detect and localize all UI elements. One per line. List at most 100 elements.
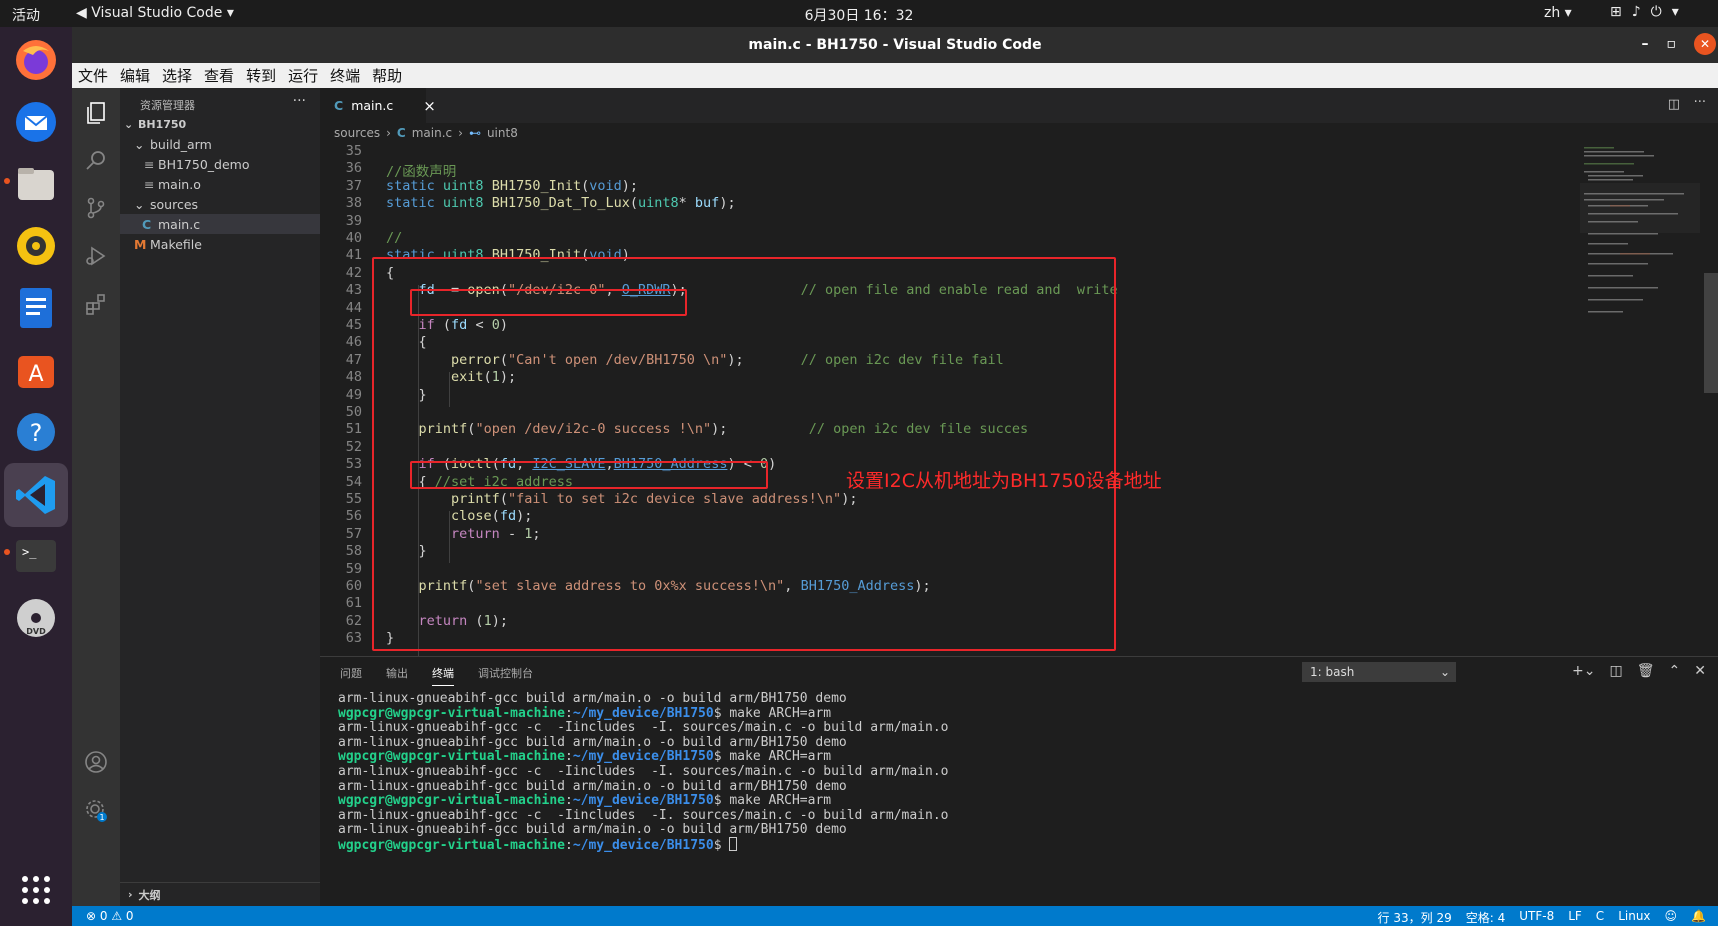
split-editor-icon[interactable]: ◫	[1668, 97, 1680, 112]
writer-launcher[interactable]	[11, 283, 61, 333]
encoding-status[interactable]: UTF-8	[1519, 909, 1554, 926]
file-lines-icon: ≡	[144, 156, 155, 172]
outline-section[interactable]: › 大纲	[120, 882, 320, 906]
search-icon[interactable]	[82, 146, 110, 174]
svg-text:?: ?	[30, 419, 43, 447]
run-debug-icon[interactable]	[82, 242, 110, 270]
explorer-sidebar: 资源管理器 ··· ⌄ BH1750 ⌄ build_arm ≡ BH1750_…	[120, 88, 320, 906]
explorer-more-button[interactable]: ···	[293, 93, 306, 109]
menu-file[interactable]: 文件	[78, 65, 108, 86]
app-menu-label: Visual Studio Code	[91, 5, 223, 21]
maximize-panel-icon[interactable]: ⌃	[1669, 663, 1681, 679]
tree-item-build-arm[interactable]: ⌄ build_arm	[120, 134, 320, 154]
project-folder[interactable]: ⌄ BH1750	[120, 114, 320, 134]
close-window-button[interactable]: ✕	[1694, 33, 1716, 55]
minimize-button[interactable]: –	[1642, 36, 1649, 52]
tab-close-icon[interactable]: ×	[423, 97, 436, 115]
svg-text:DVD: DVD	[26, 627, 46, 636]
tab-output[interactable]: 输出	[386, 665, 408, 686]
firefox-launcher[interactable]	[11, 35, 61, 85]
menu-selection[interactable]: 选择	[162, 65, 192, 86]
tab-debug-console[interactable]: 调试控制台	[478, 665, 533, 686]
rhythmbox-icon	[17, 227, 55, 265]
app-menu[interactable]: ◀ Visual Studio Code ▾	[76, 5, 234, 21]
thunderbird-launcher[interactable]	[11, 97, 61, 147]
explorer-icon[interactable]	[82, 98, 110, 126]
terminal-line: arm-linux-gnueabihf-gcc -c -Iincludes -I…	[338, 807, 949, 823]
breadcrumb: sources › C main.c › ⊷ uint8	[320, 123, 1718, 143]
cursor-position[interactable]: 行 33，列 29	[1378, 909, 1452, 926]
menu-view[interactable]: 查看	[204, 65, 234, 86]
clock[interactable]: 6月30日 16：32	[805, 8, 914, 24]
running-indicator	[4, 178, 10, 184]
volume-icon: ♪	[1631, 4, 1641, 20]
vscode-small-icon: ◀	[76, 5, 87, 21]
bottom-panel: 问题 输出 终端 调试控制台 1: bash ⌄ +⌄ ◫ 🗑 ⌃ ✕ arm-…	[320, 656, 1718, 906]
extensions-icon[interactable]	[82, 290, 110, 318]
project-name: BH1750	[138, 117, 187, 131]
ubuntu-dock: A ? >_ DVD	[0, 27, 72, 926]
software-launcher[interactable]: A	[11, 345, 61, 395]
breadcrumb-folder[interactable]: sources	[334, 126, 380, 140]
terminal-launcher[interactable]: >_	[11, 531, 61, 581]
status-bar: ⊗ 0 ⚠ 0 行 33，列 29 空格: 4 UTF-8 LF C Linux…	[72, 906, 1718, 926]
menu-go[interactable]: 转到	[246, 65, 276, 86]
menu-run[interactable]: 运行	[288, 65, 318, 86]
editor-scrollbar[interactable]	[1704, 273, 1718, 393]
help-launcher[interactable]: ?	[11, 407, 61, 457]
tree-item-main-o[interactable]: ≡ main.o	[120, 174, 320, 194]
account-icon[interactable]	[82, 748, 110, 776]
title-bar: main.c - BH1750 - Visual Studio Code – ▫…	[72, 27, 1718, 63]
eol-status[interactable]: LF	[1568, 909, 1582, 926]
system-tray[interactable]: ⊞ ♪ ⏻ ▾	[1610, 4, 1679, 20]
menu-help[interactable]: 帮助	[372, 65, 402, 86]
rhythmbox-launcher[interactable]	[11, 221, 61, 271]
terminal-line: wgpcgr@wgpcgr-virtual-machine:~/my_devic…	[338, 793, 832, 809]
code-line: 40//	[345, 230, 403, 246]
dvd-launcher[interactable]: DVD	[11, 593, 61, 643]
language-mode[interactable]: C	[1596, 909, 1604, 926]
code-editor[interactable]: 35 36//函数声明 37 static uint8 BH1750_Init(v…	[320, 143, 1718, 656]
menu-edit[interactable]: 编辑	[120, 65, 150, 86]
new-terminal-icon[interactable]: +⌄	[1572, 663, 1595, 679]
tab-terminal[interactable]: 终端	[432, 665, 454, 686]
source-control-icon[interactable]	[82, 194, 110, 222]
power-icon: ⏻	[1650, 4, 1662, 20]
breadcrumb-file[interactable]: main.c	[412, 126, 452, 140]
feedback-icon[interactable]: ☺	[1665, 909, 1678, 926]
problems-status[interactable]: ⊗ 0 ⚠ 0	[86, 909, 134, 923]
tree-item-label: main.o	[158, 176, 201, 192]
show-apps-button[interactable]	[11, 865, 61, 915]
more-actions-icon[interactable]: ···	[1694, 95, 1706, 110]
terminal-output[interactable]: arm-linux-gnueabihf-gcc build arm/main.o…	[338, 691, 949, 853]
c-file-icon: C	[142, 216, 152, 232]
close-panel-icon[interactable]: ✕	[1694, 663, 1706, 679]
tab-problems[interactable]: 问题	[340, 665, 362, 686]
menu-terminal[interactable]: 终端	[330, 65, 360, 86]
files-launcher[interactable]	[11, 159, 61, 209]
split-terminal-icon[interactable]: ◫	[1610, 663, 1623, 679]
notifications-bell-icon[interactable]: 🔔	[1691, 909, 1706, 926]
tree-item-makefile[interactable]: M Makefile	[120, 234, 320, 254]
tab-main-c[interactable]: C main.c ×	[320, 88, 436, 123]
vscode-launcher[interactable]	[4, 463, 68, 527]
terminal-select[interactable]: 1: bash ⌄	[1302, 662, 1456, 682]
settings-gear-icon[interactable]: 1	[82, 796, 110, 824]
activities-button[interactable]: 活动	[12, 5, 40, 25]
maximize-button[interactable]: ▫	[1667, 36, 1677, 52]
platform-status[interactable]: Linux	[1618, 909, 1650, 926]
chevron-down-icon: ▾	[1671, 4, 1679, 20]
vscode-icon	[16, 476, 55, 514]
tree-item-main-c[interactable]: C main.c	[120, 214, 320, 234]
terminal-line: arm-linux-gnueabihf-gcc build arm/main.o…	[338, 691, 847, 706]
tree-item-sources[interactable]: ⌄ sources	[120, 194, 320, 214]
chevron-down-icon: ⌄	[134, 136, 145, 152]
breadcrumb-symbol[interactable]: uint8	[487, 126, 518, 140]
minimap[interactable]	[1580, 143, 1700, 343]
terminal-icon: >_	[16, 540, 56, 572]
indentation-status[interactable]: 空格: 4	[1466, 909, 1506, 926]
tree-item-bh1750-demo[interactable]: ≡ BH1750_demo	[120, 154, 320, 174]
input-language[interactable]: zh ▾	[1544, 5, 1572, 21]
trash-icon[interactable]: 🗑	[1637, 663, 1655, 679]
makefile-icon: M	[134, 236, 147, 252]
